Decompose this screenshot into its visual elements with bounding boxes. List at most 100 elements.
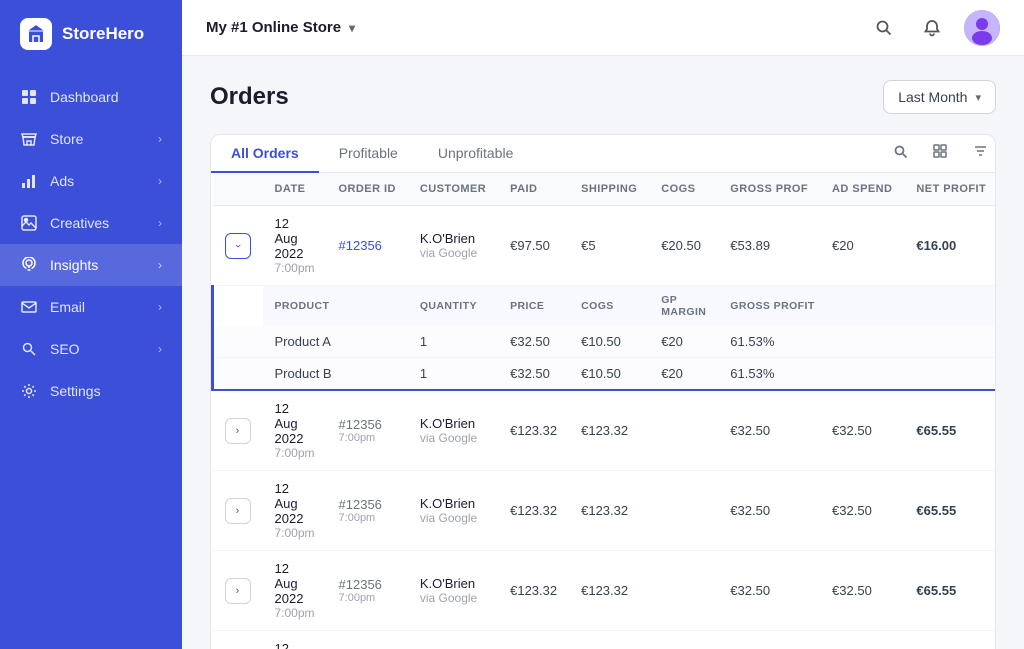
creatives-icon [20,214,38,232]
seo-icon [20,340,38,358]
order-date: 12 Aug 2022 [275,401,315,446]
sub-row: Product A 1 €32.50 €10.50 €20 61.53% [213,326,997,358]
ads-arrow-icon: › [158,174,162,188]
sidebar-item-seo[interactable]: SEO › [0,328,182,370]
logo-icon [20,18,52,50]
search-header-icon[interactable] [868,12,900,44]
date-filter-button[interactable]: Last Month ▾ [883,80,996,114]
paid-cell: €123.32 [498,631,569,649]
table-filter-icon[interactable] [965,137,995,167]
sidebar-item-ads[interactable]: Ads › [0,160,182,202]
customer-source: via Google [420,511,486,525]
customer-cell: K.O'Brien via Google [408,390,498,471]
table-search-icon[interactable] [885,137,915,167]
paid-cell: €123.32 [498,471,569,551]
col-cogs: COGS [649,173,718,206]
order-time: 7:00pm [275,606,315,620]
col-customer: CUSTOMER [408,173,498,206]
ads-icon [20,172,38,190]
sidebar-item-dashboard[interactable]: Dashboard [0,76,182,118]
page-header: Orders Last Month ▾ [210,80,996,114]
sidebar-logo: StoreHero [0,0,182,68]
customer-name: K.O'Brien [420,416,486,431]
store-selector[interactable]: My #1 Online Store ▾ [206,19,355,36]
order-date: 12 Aug 2022 [275,481,315,526]
sidebar-item-settings-label: Settings [50,383,101,399]
sidebar-item-insights-label: Insights [50,257,98,273]
sub-accent-cell [213,358,263,391]
table-row: › 12 Aug 2022 7:00pm #12356 7:00pm [213,390,997,471]
grossprofit-cell: €32.50 [718,551,820,631]
page-content: Orders Last Month ▾ All Orders Profitabl… [182,56,1024,649]
sub-header-row: PRODUCT QUANTITY PRICE COGS GP MARGIN GR… [213,286,997,327]
sidebar-item-insights[interactable]: Insights › [0,244,182,286]
adspend-cell: €32.50 [820,631,904,649]
customer-name: K.O'Brien [420,576,486,591]
main-content: My #1 Online Store ▾ Orders Last Month ▾ [182,0,1024,649]
orders-table: DATE ORDER ID CUSTOMER PAID SHIPPING COG… [211,173,996,649]
order-date: 12 Aug 2022 [275,641,315,649]
user-avatar[interactable] [964,10,1000,46]
table-view-icon[interactable] [925,137,955,167]
customer-cell: K.O'Brien via Google [408,206,498,286]
grossprofit-cell: €32.50 [718,390,820,471]
sub-col-product: PRODUCT [263,286,408,327]
store-name: My #1 Online Store [206,19,341,36]
table-row: › 12 Aug 2022 7:00pm #12356 7:00pm [213,471,997,551]
cogs-cell [649,551,718,631]
customer-cell: K.O'Brien via Google [408,551,498,631]
insights-arrow-icon: › [158,258,162,272]
grossprofit-cell: €32.50 [718,471,820,551]
sidebar-item-dashboard-label: Dashboard [50,89,119,105]
customer-name: K.O'Brien [420,231,486,246]
tab-unprofitable[interactable]: Unprofitable [418,135,534,173]
expand-button[interactable]: › [225,233,251,259]
sub-col-grossprofit: GROSS PROFIT [718,286,996,327]
date-cell: 12 Aug 2022 7:00pm [263,551,327,631]
notifications-icon[interactable] [916,12,948,44]
expand-cell: › [213,551,263,631]
email-icon [20,298,38,316]
sidebar-item-store-label: Store [50,131,83,147]
orderid-cell: #12356 [327,206,408,286]
sub-row: Product B 1 €32.50 €10.50 €20 61.53% [213,358,997,391]
shipping-cell: €123.32 [569,631,649,649]
date-filter-label: Last Month [898,89,967,105]
sub-col-price: PRICE [498,286,569,327]
sidebar-item-email[interactable]: Email › [0,286,182,328]
product-price-cell: €32.50 [498,326,569,358]
order-time: 7:00pm [275,261,315,275]
shipping-cell: €5 [569,206,649,286]
sidebar-item-settings[interactable]: Settings [0,370,182,412]
customer-cell: K.O'Brien via Google [408,631,498,649]
date-cell: 12 Aug 2022 7:00pm [263,471,327,551]
netprofit-cell: €65.55 [904,390,996,471]
date-cell: 12 Aug 2022 7:00pm [263,631,327,649]
tab-all-orders[interactable]: All Orders [211,135,319,173]
col-expand [213,173,263,206]
netprofit-cell: €16.00 [904,206,996,286]
logo-text: StoreHero [62,24,144,44]
expand-button[interactable]: › [225,498,251,524]
sidebar-item-creatives[interactable]: Creatives › [0,202,182,244]
sidebar-item-store[interactable]: Store › [0,118,182,160]
customer-source: via Google [420,591,486,605]
paid-cell: €123.32 [498,551,569,631]
orderid-cell: #12356 7:00pm [327,390,408,471]
sidebar-item-email-label: Email [50,299,85,315]
col-orderid: ORDER ID [327,173,408,206]
netprofit-cell: €65.55 [904,551,996,631]
shipping-cell: €123.32 [569,551,649,631]
store-selector-chevron-icon: ▾ [349,21,355,35]
store-arrow-icon: › [158,132,162,146]
tab-profitable[interactable]: Profitable [319,135,418,173]
seo-arrow-icon: › [158,342,162,356]
date-cell: 12 Aug 2022 7:00pm [263,390,327,471]
expand-button[interactable]: › [225,578,251,604]
date-filter-chevron-icon: ▾ [975,91,981,104]
expand-button[interactable]: › [225,418,251,444]
creatives-arrow-icon: › [158,216,162,230]
sidebar-item-creatives-label: Creatives [50,215,109,231]
table-row: › 12 Aug 2022 7:00pm #12356 K.O'Brien [213,206,997,286]
dashboard-icon [20,88,38,106]
